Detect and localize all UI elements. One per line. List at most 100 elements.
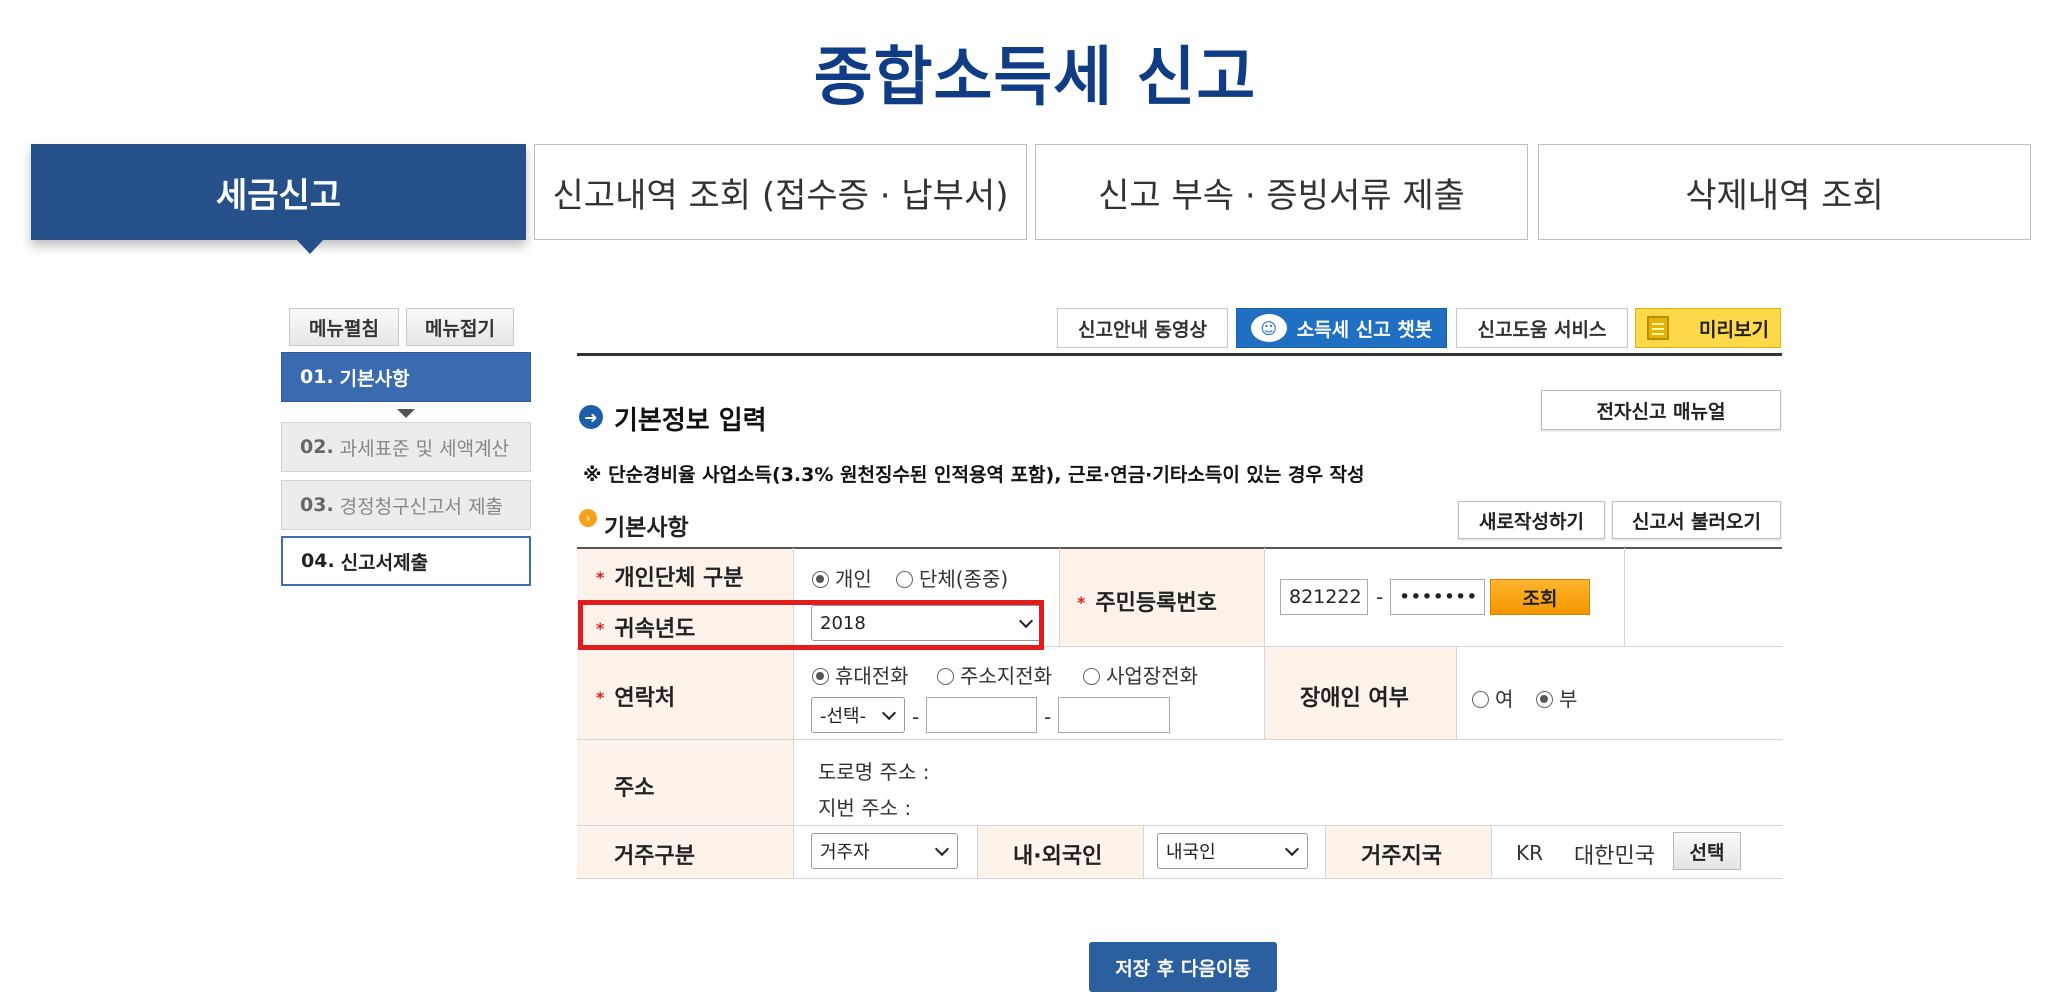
step-tax-calc[interactable]: 02. 과세표준 및 세액계산 [281, 422, 531, 472]
chatbot-icon: ☺ [1250, 314, 1287, 342]
lot-address: 지번 주소 : [818, 796, 912, 820]
dash: - [1044, 705, 1052, 729]
chevron-down-icon [1284, 841, 1300, 857]
step-label: 신고서제출 [340, 551, 429, 574]
row-divider [577, 825, 1782, 826]
chatbot-button[interactable]: ☺ 소득세 신고 챗봇 [1236, 308, 1447, 348]
row-divider [577, 739, 1782, 740]
step-number: 03. [300, 494, 334, 516]
residence-select[interactable]: 거주자 [811, 833, 958, 869]
load-return-button[interactable]: 신고서 불러오기 [1612, 501, 1781, 539]
step-basic-info[interactable]: 01. 기본사항 [281, 352, 531, 402]
subsection-title: 기본사항 [604, 515, 689, 541]
radio-work-phone[interactable]: 사업장전화 [1083, 660, 1198, 689]
radio-label: 부 [1559, 687, 1578, 711]
step-correction-claim[interactable]: 03. 경정청구신고서 제출 [281, 480, 531, 530]
radio-off-icon [1472, 691, 1489, 708]
address-label: 주소 [614, 776, 655, 801]
table-top-border [577, 547, 1782, 549]
lookup-button[interactable]: 조회 [1490, 579, 1590, 615]
e-filing-manual-button[interactable]: 전자신고 매뉴얼 [1541, 390, 1781, 430]
radio-label: 단체(종중) [919, 567, 1009, 591]
radio-on-icon [812, 571, 829, 588]
label-column-bg [577, 548, 793, 878]
type-label-text: 개인단체 구분 [614, 566, 744, 591]
arrow-circle-icon: ➜ [579, 405, 603, 429]
chevron-down-icon [881, 705, 897, 721]
dash: - [912, 705, 920, 729]
step-label: 기본사항 [339, 367, 410, 390]
preview-button[interactable]: 미리보기 [1635, 308, 1781, 348]
filing-help-button[interactable]: 신고도움 서비스 [1456, 308, 1628, 348]
radio-mobile[interactable]: 휴대전화 [812, 660, 909, 689]
contact-label-text: 연락처 [614, 686, 676, 711]
row-divider [577, 878, 1782, 879]
column-divider [1264, 548, 1265, 739]
radio-on-icon [812, 668, 829, 685]
toolbar-divider [577, 353, 1782, 356]
rrn-back-input[interactable]: ••••••• [1390, 579, 1485, 615]
radio-off-icon [896, 571, 913, 588]
residence-value: 거주자 [820, 842, 870, 863]
column-divider [793, 548, 794, 878]
contact-label: * 연락처 [596, 680, 675, 712]
radio-home-phone[interactable]: 주소지전화 [937, 660, 1052, 689]
radio-off-icon [937, 668, 954, 685]
rrn-front-input[interactable]: 821222 [1280, 579, 1368, 615]
radio-individual[interactable]: 개인 [812, 563, 872, 592]
step-label: 경정청구신고서 제출 [339, 495, 504, 518]
page-title: 종합소득세 신고 [813, 41, 1257, 115]
guide-video-button[interactable]: 신고안내 동영상 [1057, 308, 1228, 348]
active-tab-arrow [295, 238, 325, 254]
country-label: 거주지국 [1361, 844, 1442, 869]
required-mark: * [596, 568, 605, 587]
step-down-arrow-icon [397, 409, 415, 418]
tab-filing-history[interactable]: 신고내역 조회 (접수증 · 납부서) [534, 144, 1027, 240]
radio-disabled-yes[interactable]: 여 [1472, 683, 1513, 712]
phone-middle-input[interactable] [926, 697, 1037, 733]
notice-text: ※ 단순경비율 사업소득(3.3% 원천징수된 인적용역 포함), 근로·연금·… [583, 464, 1365, 486]
step-number: 01. [300, 366, 334, 388]
tab-deleted-history[interactable]: 삭제내역 조회 [1538, 144, 2031, 240]
phone-prefix-select[interactable]: -선택- [811, 697, 905, 733]
step-number: 02. [300, 436, 334, 458]
radio-label: 사업장전화 [1106, 664, 1198, 688]
radio-label: 휴대전화 [835, 664, 909, 688]
column-divider [977, 825, 978, 878]
step-submit[interactable]: 04. 신고서제출 [281, 536, 531, 586]
tab-tax-filing[interactable]: 세금신고 [31, 144, 526, 240]
phone-prefix-value: -선택- [820, 706, 867, 727]
column-divider [1624, 548, 1625, 646]
new-write-button[interactable]: 새로작성하기 [1458, 501, 1605, 539]
nationality-value: 내국인 [1166, 842, 1216, 863]
radio-label: 주소지전화 [960, 664, 1052, 688]
rrn-label: * 주민등록번호 [1077, 585, 1217, 617]
preview-label: 미리보기 [1699, 318, 1769, 341]
radio-disabled-no[interactable]: 부 [1536, 683, 1577, 712]
required-mark: * [1077, 593, 1086, 612]
country-select-button[interactable]: 선택 [1673, 832, 1741, 870]
tab-attachments[interactable]: 신고 부속 · 증빙서류 제출 [1035, 144, 1528, 240]
radio-label: 개인 [835, 567, 872, 591]
radio-label: 여 [1495, 687, 1514, 711]
residence-label: 거주구분 [614, 844, 695, 869]
menu-expand-button[interactable]: 메뉴펼침 [289, 308, 399, 346]
step-number: 04. [301, 550, 335, 572]
step-label: 과세표준 및 세액계산 [339, 437, 510, 460]
document-icon [1647, 316, 1670, 340]
save-next-button[interactable]: 저장 후 다음이동 [1089, 942, 1277, 992]
radio-off-icon [1083, 668, 1100, 685]
section-title: 기본정보 입력 [614, 406, 767, 436]
type-label: * 개인단체 구분 [596, 560, 743, 592]
nationality-label: 내·외국인 [1013, 844, 1103, 869]
menu-collapse-button[interactable]: 메뉴접기 [406, 308, 514, 346]
column-divider [1059, 548, 1060, 646]
country-name: 대한민국 [1574, 844, 1655, 869]
radio-group[interactable]: 단체(종중) [896, 563, 1008, 592]
year-highlight-box [578, 600, 1044, 650]
country-code: KR [1516, 841, 1544, 865]
nationality-select[interactable]: 내국인 [1157, 833, 1308, 869]
phone-last-input[interactable] [1058, 697, 1170, 733]
arrow-circle-small-icon: › [579, 509, 597, 527]
radio-on-icon [1536, 691, 1553, 708]
